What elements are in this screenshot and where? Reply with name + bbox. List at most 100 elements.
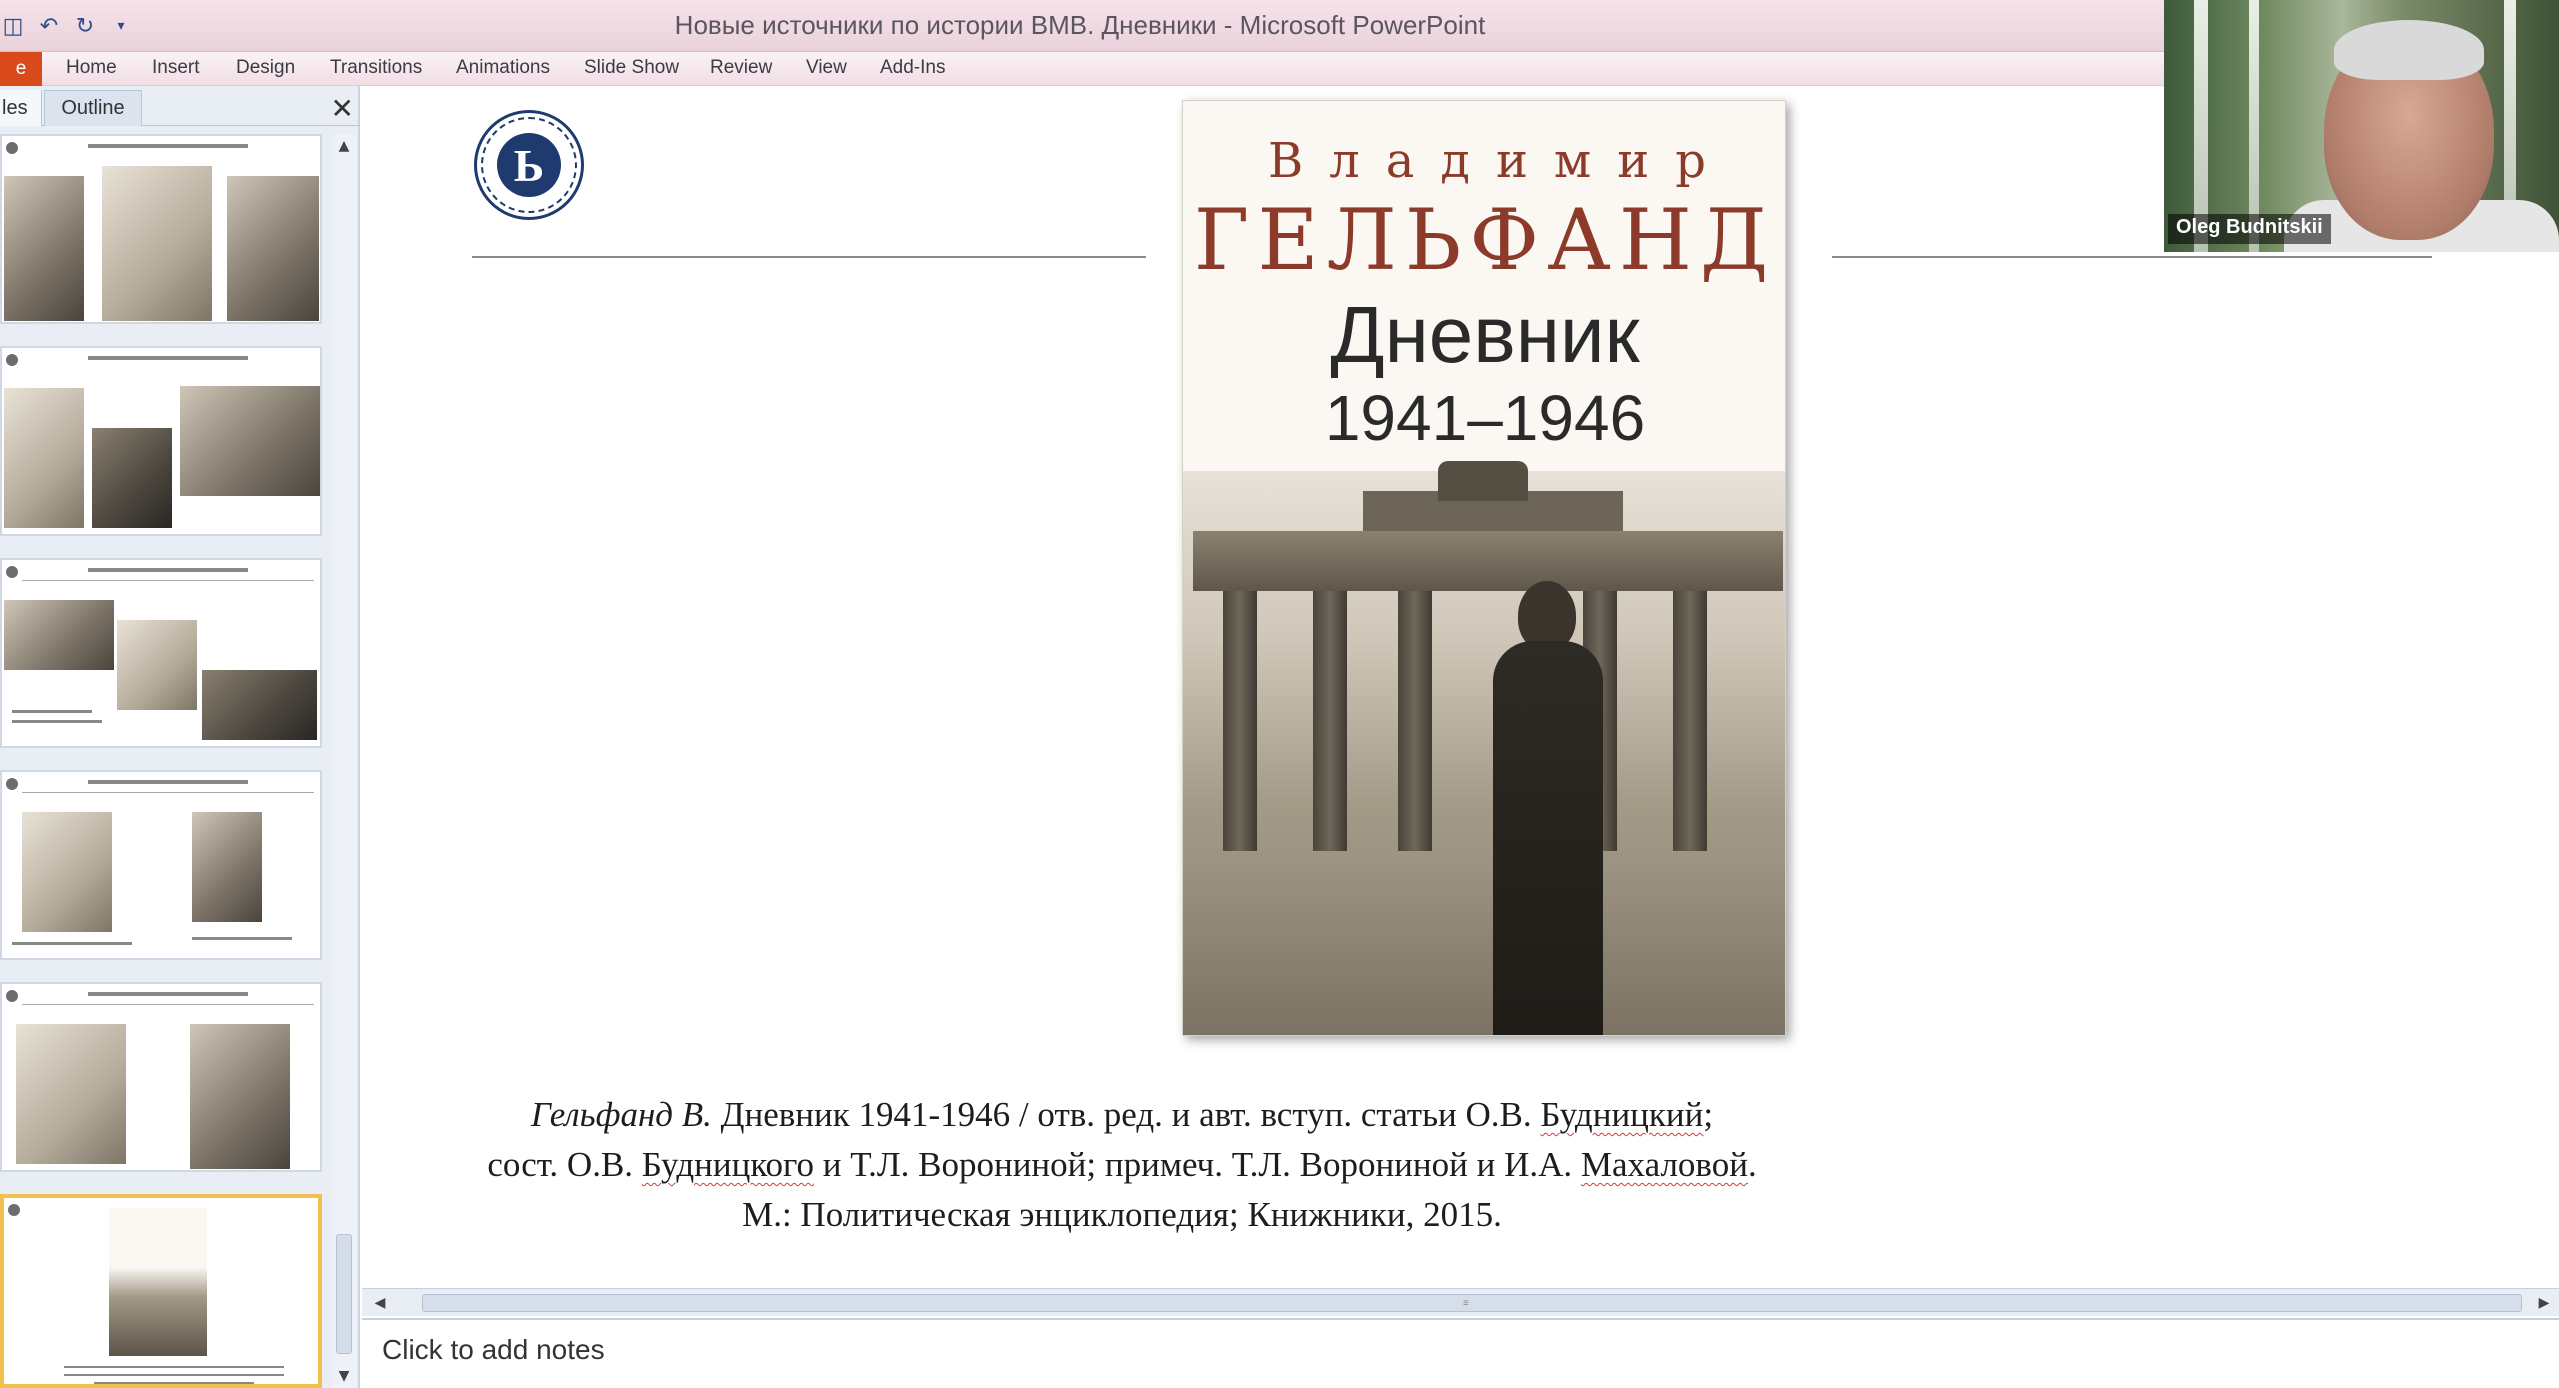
citation-line-3: М.: Политическая энциклопедия; Книжники,…	[742, 1195, 1502, 1234]
book-author-last-name: ГЕЛЬФАНД	[1193, 191, 1777, 289]
tab-review[interactable]: Review	[710, 57, 772, 79]
slide-number-marker	[6, 990, 18, 1002]
thumbnail-title	[22, 356, 314, 362]
book-years: 1941–1946	[1324, 382, 1646, 454]
thumbnail-caption	[192, 937, 292, 940]
thumbnail-caption	[12, 720, 102, 723]
scrollbar-thumb[interactable]	[336, 1234, 352, 1354]
thumbnail-photo	[4, 388, 84, 528]
thumbnail-photo	[180, 386, 320, 496]
thumbnail-book-cover	[109, 1208, 207, 1356]
tab-add-ins[interactable]: Add-Ins	[880, 57, 945, 79]
book-cover-photo	[1183, 461, 1785, 1035]
citation-text: .	[1747, 1145, 1757, 1184]
tab-animations[interactable]: Animations	[456, 57, 550, 79]
notes-pane[interactable]: Click to add notes	[362, 1318, 2559, 1388]
street-ground	[1183, 851, 1785, 1035]
slide-number-marker	[6, 778, 18, 790]
slide-thumbnail-1[interactable]	[0, 134, 322, 324]
citation-spellcheck-word: Будницкого	[641, 1145, 815, 1184]
participant-video: Oleg Budnitskii	[2164, 0, 2559, 252]
header-rule-right	[1832, 256, 2432, 258]
tab-slide-show[interactable]: Slide Show	[584, 57, 679, 79]
gate-quadriga	[1438, 461, 1528, 501]
citation-text: ;	[1703, 1095, 1714, 1134]
gate-column	[1398, 591, 1432, 851]
participant-hair	[2334, 20, 2484, 80]
scroll-left-icon[interactable]: ◀	[366, 1289, 394, 1317]
thumbnail-photo	[102, 166, 212, 321]
book-author-first-name: Владимир	[1268, 133, 1732, 189]
tab-view[interactable]: View	[806, 57, 847, 79]
thumbnail-photo	[117, 620, 197, 710]
grip-icon: ≡	[1463, 1298, 1469, 1309]
tab-design[interactable]: Design	[236, 57, 295, 79]
slide-edit-area: Ь Владимир ГЕЛЬФАНД Дневник 1941–1946 Ге…	[362, 86, 2559, 1286]
slide-thumbnail-2[interactable]	[0, 346, 322, 536]
thumbnail-photo	[190, 1024, 290, 1169]
slide-number-marker	[6, 354, 18, 366]
tab-transitions[interactable]: Transitions	[330, 57, 422, 79]
scroll-up-icon[interactable]: ▲	[332, 134, 356, 158]
book-title: Дневник	[1330, 290, 1640, 379]
citation-line-2: сост. О.В. Будницкого и Т.Л. Ворониной; …	[432, 1140, 1812, 1190]
thumbnail-photo	[202, 670, 317, 740]
slide-number-marker	[6, 142, 18, 154]
slide-thumbnail-4[interactable]	[0, 770, 322, 960]
slide-thumbnail-5[interactable]	[0, 982, 322, 1172]
header-rule-left	[472, 256, 1146, 258]
book-cover-image[interactable]: Владимир ГЕЛЬФАНД Дневник 1941–1946	[1182, 100, 1786, 1036]
logo-monogram: Ь	[497, 133, 561, 197]
thumbnail-caption	[12, 710, 92, 713]
tab-file[interactable]: e	[0, 52, 42, 86]
slide-horizontal-scrollbar[interactable]: ◀ ≡ ▶	[362, 1288, 2559, 1316]
citation-spellcheck-word: Махаловой	[1580, 1145, 1748, 1184]
citation-text: и Т.Л. Ворониной; примеч. Т.Л. Ворониной…	[814, 1145, 1581, 1184]
window-title: Новые источники по истории ВМВ. Дневники…	[674, 10, 1486, 40]
thumbnail-photo	[192, 812, 262, 922]
tab-insert[interactable]: Insert	[152, 57, 200, 79]
slide-thumbnail-3[interactable]	[0, 558, 322, 748]
scroll-right-icon[interactable]: ▶	[2530, 1289, 2558, 1317]
scrollbar-thumb[interactable]: ≡	[422, 1294, 2522, 1312]
slides-pane-scrollbar[interactable]: ▲ ▼	[332, 134, 356, 1388]
thumbnail-caption	[12, 942, 132, 945]
close-icon[interactable]: ✕	[331, 92, 354, 125]
tab-slides[interactable]: les	[0, 90, 42, 126]
thumbnail-rule	[22, 1004, 314, 1005]
thumbnail-title	[22, 568, 314, 574]
slide-canvas[interactable]: Ь Владимир ГЕЛЬФАНД Дневник 1941–1946 Ге…	[372, 90, 2552, 1280]
thumbnail-caption	[64, 1374, 284, 1376]
thumbnail-photo	[4, 176, 84, 321]
thumbnail-photo	[227, 176, 319, 321]
notes-placeholder[interactable]: Click to add notes	[382, 1334, 605, 1366]
gate-entablature	[1193, 531, 1783, 591]
thumbnail-photo	[92, 428, 172, 528]
thumbnail-caption	[94, 1382, 254, 1384]
thumbnail-title	[22, 780, 314, 786]
thumbnail-caption	[64, 1366, 284, 1368]
gate-column	[1313, 591, 1347, 851]
pane-tabs: les Outline ✕	[0, 90, 360, 126]
citation-spellcheck-word: Будницкий	[1540, 1095, 1704, 1134]
thumbnail-rule	[22, 580, 314, 581]
gate-column	[1673, 591, 1707, 851]
soldier-figure	[1493, 641, 1603, 1035]
citation-author: Гельфанд В.	[530, 1095, 712, 1134]
gate-column	[1223, 591, 1257, 851]
bibliographic-citation[interactable]: Гельфанд В. Дневник 1941-1946 / отв. ред…	[372, 1090, 1812, 1240]
tab-outline[interactable]: Outline	[44, 90, 142, 126]
citation-text: сост. О.В.	[487, 1145, 642, 1184]
thumbnail-photo	[22, 812, 112, 932]
slides-pane: les Outline ✕ ▲ ▼	[0, 86, 360, 1388]
thumbnail-photo	[4, 600, 114, 670]
thumbnail-title	[22, 144, 314, 150]
hse-logo: Ь	[474, 110, 584, 220]
slide-thumbnail-list	[0, 134, 330, 1388]
citation-text: Дневник 1941-1946 / отв. ред. и авт. вст…	[711, 1095, 1541, 1134]
tab-home[interactable]: Home	[66, 57, 117, 79]
participant-name-label: Oleg Budnitskii	[2168, 214, 2331, 244]
scroll-down-icon[interactable]: ▼	[332, 1364, 356, 1388]
slide-thumbnail-6[interactable]	[0, 1194, 322, 1388]
slide-number-marker	[6, 566, 18, 578]
